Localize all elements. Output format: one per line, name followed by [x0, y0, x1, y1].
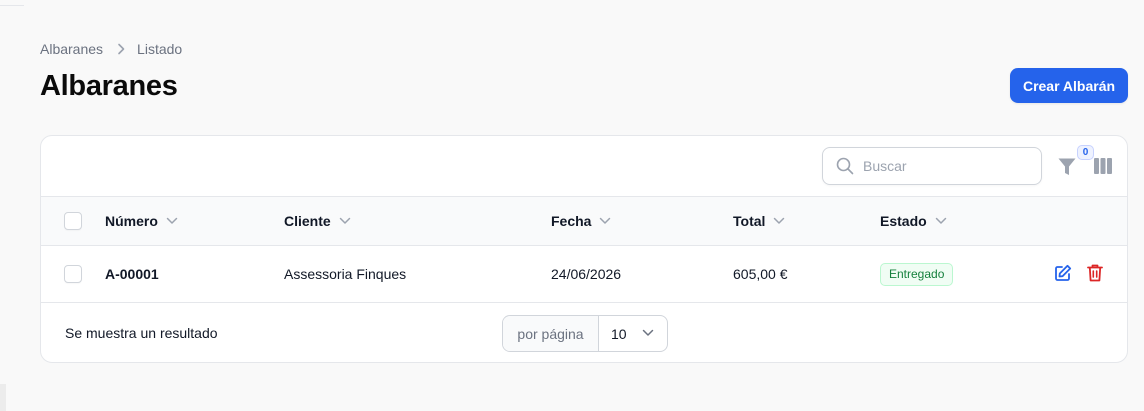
- breadcrumb-item-listado: Listado: [137, 41, 183, 57]
- cell-total: 605,00 €: [733, 266, 788, 282]
- search-icon: [836, 157, 854, 175]
- table-header: Número Cliente Fecha Total Estado: [41, 197, 1127, 246]
- column-header-label: Fecha: [551, 213, 592, 229]
- filter-count-badge: 0: [1077, 145, 1094, 160]
- chevron-down-icon: [339, 217, 351, 225]
- search-box[interactable]: [822, 147, 1042, 185]
- column-header-estado[interactable]: Estado: [880, 213, 947, 229]
- column-header-numero[interactable]: Número: [105, 213, 178, 229]
- cell-cliente: Assessoria Finques: [284, 266, 407, 282]
- breadcrumb-item-albaranes[interactable]: Albaranes: [40, 41, 103, 57]
- per-page-selector: por página 10: [502, 315, 668, 352]
- cell-fecha: 24/06/2026: [551, 266, 622, 282]
- table-row[interactable]: A-00001 Assessoria Finques 24/06/2026 60…: [41, 246, 1127, 303]
- page-title: Albaranes: [40, 70, 178, 102]
- filter-icon[interactable]: [1057, 156, 1077, 178]
- chevron-down-icon: [599, 217, 611, 225]
- results-summary: Se muestra un resultado: [65, 325, 218, 341]
- chevron-down-icon: [642, 329, 654, 337]
- table-card: 0 Número Cliente Fecha Total Estado A-00: [40, 135, 1128, 363]
- column-header-label: Número: [105, 213, 158, 229]
- chevron-down-icon: [935, 217, 947, 225]
- per-page-label: por página: [503, 316, 599, 351]
- column-header-label: Estado: [880, 213, 927, 229]
- column-header-fecha[interactable]: Fecha: [551, 213, 611, 229]
- select-all-checkbox[interactable]: [64, 212, 82, 230]
- chevron-down-icon: [166, 217, 178, 225]
- edit-icon[interactable]: [1054, 264, 1072, 282]
- row-checkbox[interactable]: [64, 265, 82, 283]
- status-badge: Entregado: [880, 263, 954, 286]
- column-header-label: Total: [733, 213, 766, 229]
- search-input[interactable]: [863, 158, 1023, 174]
- chevron-right-icon: [117, 43, 125, 55]
- left-edge-strip: [0, 384, 6, 411]
- create-albaran-button[interactable]: Crear Albarán: [1010, 68, 1128, 103]
- chevron-down-icon: [773, 217, 785, 225]
- per-page-value: 10: [611, 325, 627, 342]
- column-header-total[interactable]: Total: [733, 213, 785, 229]
- table-toolbar: 0: [41, 136, 1127, 197]
- column-header-label: Cliente: [284, 213, 331, 229]
- cell-numero: A-00001: [105, 266, 159, 282]
- per-page-select[interactable]: 10: [599, 316, 667, 351]
- top-edge-divider: [0, 0, 24, 6]
- columns-icon[interactable]: [1094, 158, 1112, 174]
- column-header-cliente[interactable]: Cliente: [284, 213, 351, 229]
- delete-icon[interactable]: [1087, 264, 1103, 282]
- breadcrumb: Albaranes Listado: [40, 41, 182, 57]
